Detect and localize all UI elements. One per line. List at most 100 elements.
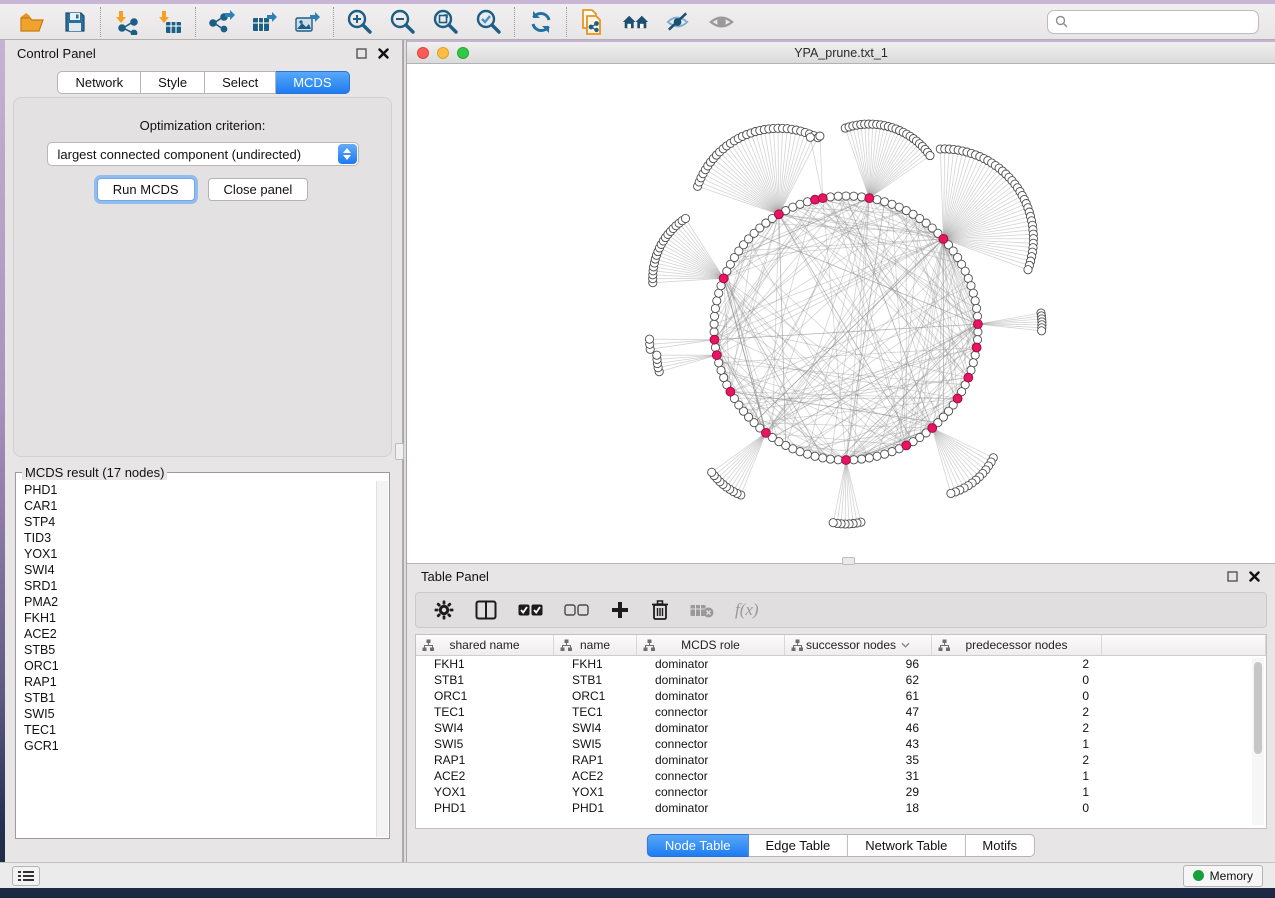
export-network-icon[interactable] [208,8,235,35]
column-header-predecessor-nodes[interactable]: predecessor nodes [932,635,1102,655]
table-panel-titlebar: Table Panel [407,564,1275,588]
delete-column-icon[interactable] [651,600,669,620]
table-row[interactable]: SWI4SWI4dominator462 [416,720,1266,736]
run-mcds-button[interactable]: Run MCDS [97,178,195,201]
settings-icon[interactable] [434,600,454,620]
mcds-result-item[interactable]: FKH1 [24,610,373,626]
horizontal-splitter-handle[interactable] [842,557,855,565]
search-icon [1055,15,1068,28]
node-table[interactable]: shared namenameMCDS rolesuccessor nodesp… [415,634,1267,829]
mcds-result-item[interactable]: STP4 [24,514,373,530]
column-header-shared-name[interactable]: shared name [416,635,554,655]
result-list-scrollbar[interactable] [376,481,388,837]
close-panel-button[interactable]: Close panel [208,178,309,201]
status-bar: Memory [0,862,1275,888]
table-row[interactable]: ACE2ACE2connector311 [416,768,1266,784]
tab-select[interactable]: Select [205,71,276,94]
export-table-icon[interactable] [251,8,278,35]
open-session-icon[interactable] [18,8,45,35]
mcds-result-item[interactable]: STB5 [24,642,373,658]
mcds-result-item[interactable]: GCR1 [24,738,373,754]
mcds-result-item[interactable]: RAP1 [24,674,373,690]
add-column-icon[interactable] [610,600,630,620]
mcds-result-box: MCDS result (17 nodes) PHD1CAR1STP4TID3Y… [15,465,390,839]
mcds-result-item[interactable]: YOX1 [24,546,373,562]
float-panel-icon[interactable] [354,46,368,60]
show-all-icon[interactable] [708,8,735,35]
attribute-type-icon [643,639,656,652]
network-window: YPA_prune.txt_1 [407,42,1275,563]
hide-selected-icon[interactable] [665,8,692,35]
table-row[interactable]: STB1STB1dominator620 [416,672,1266,688]
delete-table-icon [690,603,714,618]
tab-style[interactable]: Style [141,71,205,94]
column-header-successor-nodes[interactable]: successor nodes [785,635,932,655]
attribute-type-icon [791,639,804,652]
close-panel-icon[interactable] [376,46,390,60]
export-image-icon[interactable] [294,8,321,35]
import-table-icon[interactable] [156,8,183,35]
split-view-icon[interactable] [475,600,497,620]
select-all-icon[interactable] [518,604,543,616]
table-row[interactable]: PHD1PHD1dominator180 [416,800,1266,816]
float-table-panel-icon[interactable] [1225,569,1239,583]
table-row[interactable]: TEC1TEC1connector472 [416,704,1266,720]
control-panel-titlebar: Control Panel [5,40,402,66]
mcds-result-item[interactable]: SWI4 [24,562,373,578]
first-neighbors-icon[interactable] [622,8,649,35]
zoom-fit-icon[interactable] [432,8,459,35]
table-scrollbar[interactable] [1252,658,1264,825]
table-panel-title: Table Panel [421,569,1217,584]
function-builder-icon: f(x) [735,600,759,620]
criterion-select[interactable]: largest connected component (undirected) [47,142,359,166]
table-row[interactable]: FKH1FKH1dominator962 [416,656,1266,672]
mcds-result-item[interactable]: PHD1 [24,482,373,498]
zoom-selected-icon[interactable] [475,8,502,35]
import-network-icon[interactable] [113,8,140,35]
table-row[interactable]: SWI5SWI5connector431 [416,736,1266,752]
refresh-layout-icon[interactable] [527,8,554,35]
table-panel: Table Panel f(x) shared nam [407,563,1275,862]
tab-node-table[interactable]: Node Table [647,834,749,857]
tab-network[interactable]: Network [57,71,141,94]
mcds-result-item[interactable]: TEC1 [24,722,373,738]
column-header-MCDS-role[interactable]: MCDS role [637,635,785,655]
mcds-result-item[interactable]: TID3 [24,530,373,546]
duplicate-network-icon[interactable] [579,8,606,35]
table-row[interactable]: YOX1YOX1connector291 [416,784,1266,800]
search-field[interactable] [1047,10,1259,34]
table-row[interactable]: RAP1RAP1dominator352 [416,752,1266,768]
deselect-all-icon[interactable] [564,604,589,616]
close-table-panel-icon[interactable] [1247,569,1261,583]
zoom-out-icon[interactable] [389,8,416,35]
zoom-in-icon[interactable] [346,8,373,35]
tab-edge-table[interactable]: Edge Table [748,834,848,857]
network-view[interactable] [407,64,1275,563]
tab-motifs[interactable]: Motifs [965,834,1035,857]
search-input[interactable] [1073,15,1258,29]
memory-button[interactable]: Memory [1183,865,1263,887]
attribute-type-icon [938,639,951,652]
column-header-name[interactable]: name [554,635,637,655]
task-history-button[interactable] [12,866,40,886]
attribute-type-icon [422,639,435,652]
mcds-result-item[interactable]: CAR1 [24,498,373,514]
mcds-result-item[interactable]: STB1 [24,690,373,706]
mcds-result-item[interactable]: PMA2 [24,594,373,610]
save-session-icon[interactable] [61,8,88,35]
tab-network-table[interactable]: Network Table [848,834,965,857]
tab-mcds[interactable]: MCDS [276,71,349,94]
mcds-result-item[interactable]: SRD1 [24,578,373,594]
vertical-splitter-handle[interactable] [395,443,404,460]
mcds-result-item[interactable]: ORC1 [24,658,373,674]
optimization-criterion-label: Optimization criterion: [14,118,391,133]
select-stepper-icon [338,144,357,164]
table-scrollbar-thumb[interactable] [1254,662,1262,754]
memory-label: Memory [1210,869,1253,883]
mcds-result-item[interactable]: SWI5 [24,706,373,722]
network-canvas[interactable] [407,64,1275,563]
network-window-title: YPA_prune.txt_1 [407,46,1275,60]
mcds-panel: Optimization criterion: largest connecte… [13,97,392,457]
mcds-result-item[interactable]: ACE2 [24,626,373,642]
table-row[interactable]: ORC1ORC1dominator610 [416,688,1266,704]
